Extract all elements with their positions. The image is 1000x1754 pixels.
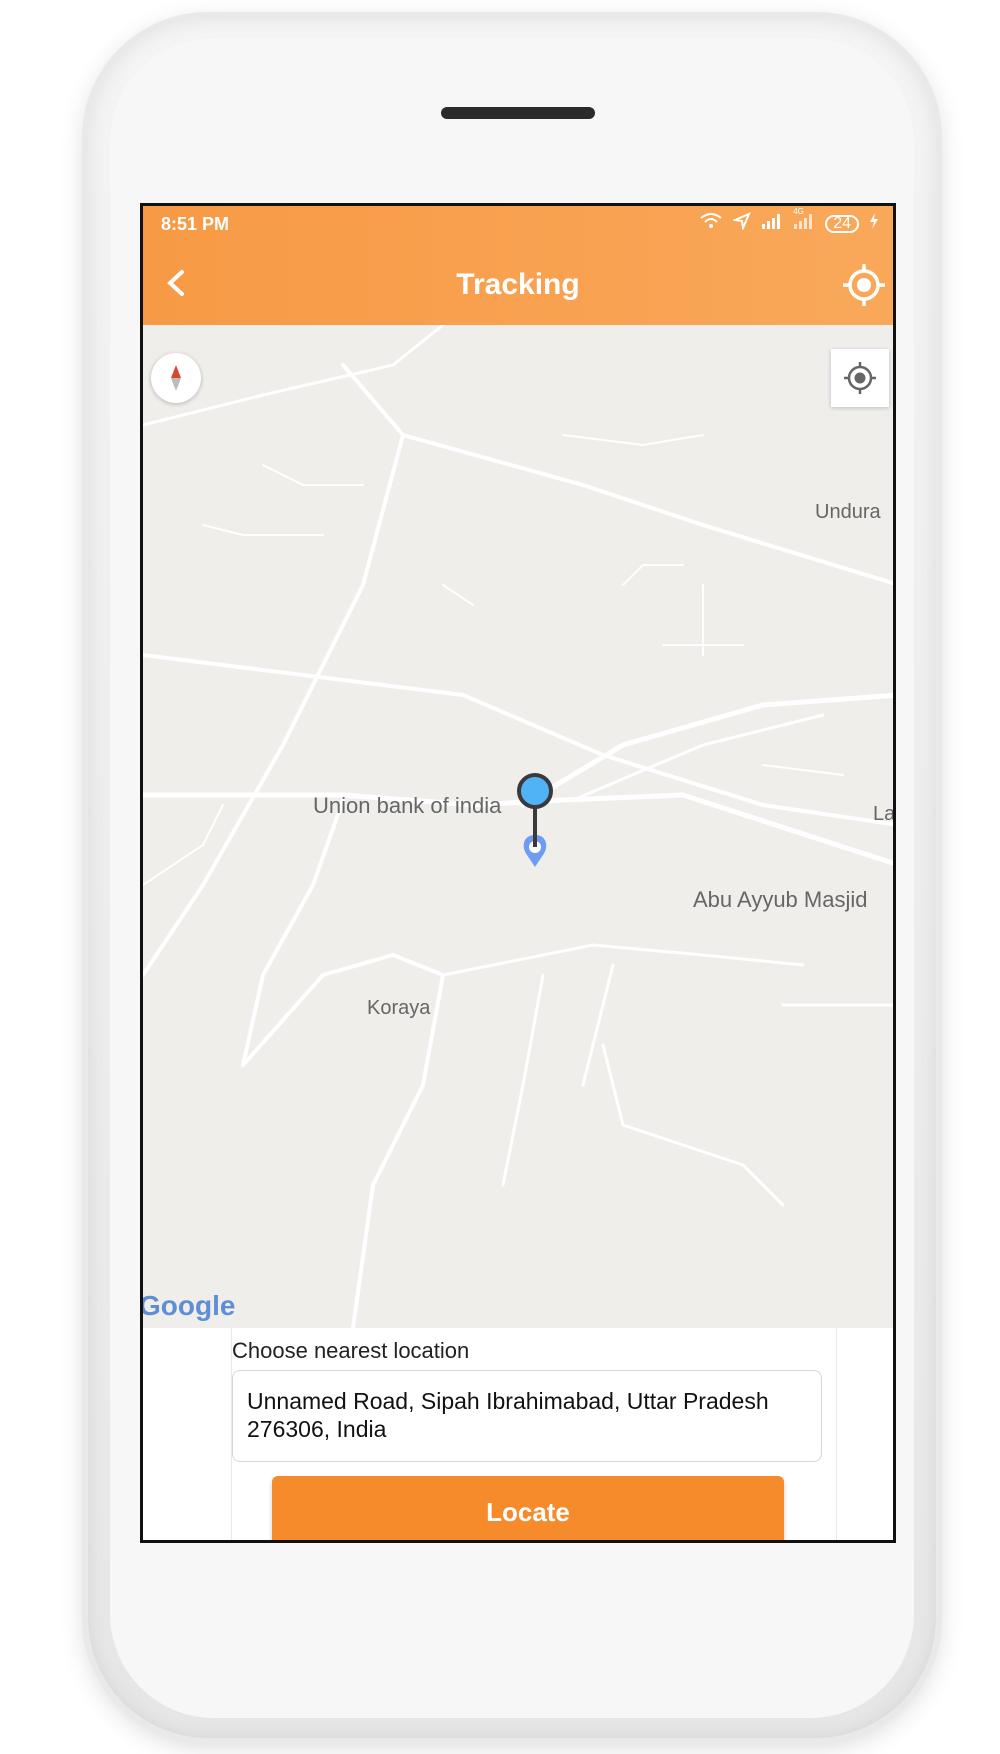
status-bar: 8:51 PM 4G 24 bbox=[143, 206, 893, 246]
location-panel: Choose nearest location Unnamed Road, Si… bbox=[231, 1328, 837, 1540]
phone-speaker bbox=[441, 107, 595, 119]
network-badge: 4G bbox=[793, 207, 804, 216]
app-screen: 8:51 PM 4G 24 Tracking Undura Union bank… bbox=[140, 203, 896, 1543]
compass-icon bbox=[171, 365, 181, 391]
map-view[interactable]: Undura Union bank of india La Abu Ayyub … bbox=[143, 325, 893, 1328]
map-pin-icon bbox=[517, 773, 553, 867]
app-bar: Tracking bbox=[143, 246, 893, 325]
charging-icon bbox=[869, 213, 879, 234]
gps-target-button[interactable] bbox=[841, 262, 887, 308]
map-label-koraya: Koraya bbox=[367, 997, 431, 1019]
signal-icon bbox=[761, 213, 783, 234]
my-location-icon bbox=[844, 362, 876, 394]
status-time: 8:51 PM bbox=[161, 214, 230, 234]
map-label-la: La bbox=[873, 803, 893, 825]
wifi-icon bbox=[699, 212, 723, 235]
map-label-undura: Undura bbox=[815, 501, 881, 523]
location-arrow-icon bbox=[731, 212, 752, 235]
gps-target-icon bbox=[843, 264, 885, 306]
signal-4g-icon: 4G bbox=[793, 207, 815, 234]
map-label-abu-ayyub-masjid: Abu Ayyub Masjid bbox=[693, 887, 868, 912]
address-field[interactable]: Unnamed Road, Sipah Ibrahimabad, Uttar P… bbox=[232, 1370, 822, 1462]
battery-indicator: 24 bbox=[825, 214, 859, 233]
my-location-button[interactable] bbox=[831, 349, 889, 407]
panel-label: Choose nearest location bbox=[232, 1338, 470, 1363]
google-attribution: Google bbox=[143, 1290, 235, 1322]
compass-button[interactable] bbox=[151, 353, 201, 403]
map-label-union-bank: Union bank of india bbox=[313, 793, 502, 818]
locate-button[interactable]: Locate bbox=[272, 1476, 784, 1540]
location-marker[interactable] bbox=[513, 771, 557, 881]
google-logo-text: Google bbox=[143, 1290, 236, 1321]
page-title: Tracking bbox=[456, 268, 580, 301]
status-icons: 4G 24 bbox=[699, 207, 879, 235]
